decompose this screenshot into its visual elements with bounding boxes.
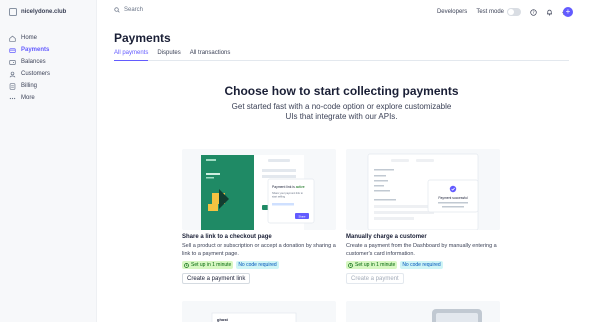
manual-charge-illustration: Payment successful [346, 149, 500, 230]
sidebar-item-home[interactable]: Home [8, 32, 93, 44]
manual-charge-card: Payment successful Manually charge a cus… [346, 149, 500, 284]
sidebar-item-customers[interactable]: Customers [8, 68, 93, 80]
sidebar-item-payments[interactable]: Payments [8, 44, 93, 56]
hero-subtitle-line: UIs that integrate with our APIs. [285, 112, 398, 121]
clock-icon [184, 262, 189, 268]
create-payment-button[interactable]: Create a payment [346, 273, 404, 284]
no-code-badge: No code required [400, 261, 443, 269]
home-icon [9, 35, 16, 42]
badge-label: Set up in 1 minute [191, 262, 232, 268]
top-bar-actions: Developers Test mode ? [437, 6, 569, 18]
balances-icon [9, 59, 16, 66]
test-mode-toggle[interactable] [507, 8, 521, 16]
hero-title: Choose how to start collecting payments [224, 84, 459, 98]
account-switcher[interactable]: nicelydone.club [9, 7, 66, 17]
sidebar-item-label: Balances [21, 59, 46, 65]
sidebar-item-balances[interactable]: Balances [8, 56, 93, 68]
sidebar-item-label: Billing [21, 83, 38, 89]
tab-all-transactions[interactable]: All transactions [190, 49, 231, 61]
mockup-text: Share [299, 214, 306, 218]
account-name: nicelydone.club [21, 9, 67, 15]
card-title: Manually charge a customer [346, 234, 427, 240]
setup-time-badge: Set up in 1 minute [346, 261, 398, 269]
search-input[interactable]: Search [114, 7, 143, 13]
payment-link-illustration: Payment link is active Share your paymen… [182, 149, 336, 230]
sidebar-nav: Home Payments Balances Customers Billing [8, 32, 93, 104]
mockup-text: Share your payment link to [272, 191, 303, 195]
sidebar-item-label: Customers [21, 71, 51, 77]
card-description: Sell a product or subscription or accept… [182, 243, 336, 257]
bottom-card-left: ghost [182, 301, 336, 322]
card-badges: Set up in 1 minute No code required [182, 261, 336, 269]
search-icon [114, 7, 120, 13]
ghost-logo-text: ghost [217, 317, 229, 322]
create-button[interactable]: + [563, 7, 573, 17]
dashboard-mockup-graphic: Payment successful [367, 153, 479, 230]
hero-subtitle-line: Get started fast with a no-code option o… [231, 102, 452, 111]
sidebar-item-label: Home [21, 35, 38, 41]
bottom-card-illustration: ghost [211, 312, 297, 322]
mockup-text: Payment successful [438, 196, 468, 200]
payments-icon [9, 47, 16, 54]
create-payment-link-button[interactable]: Create a payment link [182, 273, 251, 284]
payments-tabs: All payments Disputes All transactions [114, 49, 569, 61]
sidebar: nicelydone.club Home Payments Balances C… [0, 0, 97, 322]
sidebar-item-billing[interactable]: Billing [8, 80, 93, 92]
sidebar-item-label: More [21, 95, 35, 101]
sidebar-item-more[interactable]: More [8, 92, 93, 104]
card-title: Share a link to a checkout page [182, 234, 272, 240]
payment-link-card: Payment link is active Share your paymen… [182, 149, 336, 284]
plus-icon: + [565, 7, 571, 16]
search-placeholder: Search [124, 7, 144, 13]
test-mode[interactable]: Test mode [476, 8, 521, 16]
hero-subtitle: Get started fast with a no-code option o… [114, 102, 569, 122]
help-icon[interactable]: ? [530, 8, 537, 16]
developers-link[interactable]: Developers [437, 9, 467, 15]
bell-icon[interactable] [546, 9, 553, 16]
setup-time-badge: Set up in 1 minute [182, 261, 234, 269]
tab-disputes[interactable]: Disputes [157, 49, 180, 61]
svg-text:?: ? [532, 10, 534, 15]
page-title: Payments [114, 31, 171, 45]
test-mode-label: Test mode [476, 9, 504, 15]
account-icon [9, 8, 17, 16]
top-bar: Search Developers Test mode ? + [97, 0, 600, 24]
sidebar-item-label: Payments [21, 47, 50, 53]
mockup-text: Payment link is active [272, 185, 305, 189]
billing-icon [9, 82, 16, 90]
checkout-mockup-graphic: Payment link is active Share your paymen… [201, 155, 315, 230]
no-code-badge: No code required [236, 261, 279, 269]
tab-all-payments[interactable]: All payments [114, 49, 149, 61]
card-description: Create a payment from the Dashboard by m… [346, 243, 497, 257]
card-badges: Set up in 1 minute No code required [346, 261, 500, 269]
customers-icon [9, 71, 16, 78]
bottom-card-right [346, 301, 500, 322]
clock-icon [348, 262, 353, 268]
badge-label: Set up in 1 minute [355, 262, 396, 268]
mockup-text: start selling [272, 195, 286, 199]
bottom-card-illustration [432, 309, 482, 322]
more-icon [9, 95, 16, 102]
